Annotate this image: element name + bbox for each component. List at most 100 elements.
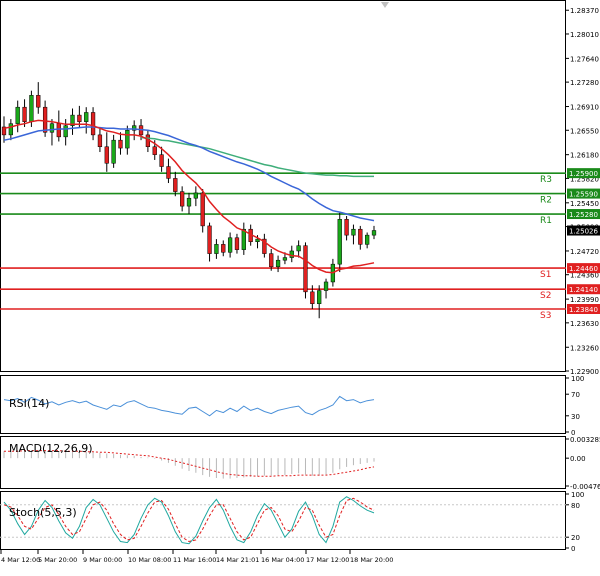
candle-bull	[30, 95, 34, 121]
price-tick-label: 1.26550	[570, 127, 599, 135]
candle-bull	[365, 235, 369, 244]
price-tick-label: 1.28010	[570, 31, 599, 39]
candle-bull	[276, 260, 280, 267]
level-label-s2: S2	[540, 291, 551, 301]
time-tick-label: 14 Mar 21:01	[216, 556, 259, 564]
price-tick-label: 1.25450	[570, 200, 599, 208]
candle-bear	[105, 147, 109, 163]
candle-bull	[112, 140, 116, 163]
candle-bull	[338, 219, 342, 264]
candle-bull	[64, 126, 68, 137]
candle-bear	[153, 147, 157, 155]
rsi-tick-label: 30	[571, 413, 580, 421]
candle-bear	[98, 135, 102, 147]
level-label-s1: S1	[540, 270, 551, 280]
rsi-axis: 10070300	[566, 375, 584, 437]
macd-tick-label: 0.00	[570, 455, 586, 463]
rsi-label: RSI(14)	[9, 397, 49, 410]
candle-bull	[125, 130, 129, 148]
time-tick-label: 17 Mar 12:00	[306, 556, 349, 564]
level-label-r1: R1	[540, 216, 552, 226]
candle-bull	[290, 251, 294, 258]
current-price-label: 1.25026	[569, 228, 598, 236]
candle-bull	[324, 282, 328, 291]
stoch-pane[interactable]: 100 80 20 0 Stoch(5,5,3)	[0, 491, 584, 553]
candle-bull	[317, 291, 321, 304]
candle-bull	[256, 239, 260, 242]
time-tick-label: 18 Mar 20:00	[350, 556, 393, 564]
candle-bear	[208, 226, 212, 254]
candle-bear	[235, 238, 239, 250]
price-tick-label: 1.28370	[570, 7, 599, 15]
level-price-label-r2: 1.25590	[569, 191, 598, 199]
level-price-label-s1: 1.24460	[569, 265, 598, 273]
level-price-label-r3: 1.25900	[569, 170, 598, 178]
candle-bull	[194, 193, 198, 198]
candle-bear	[221, 244, 225, 252]
time-axis: 4 Mar 12:005 Mar 20:009 Mar 00:0010 Mar …	[1, 550, 393, 564]
candle-bear	[91, 112, 95, 134]
candle-bear	[77, 115, 81, 122]
macd-tick-label: -0.004769	[570, 483, 600, 491]
time-tick-label: 11 Mar 16:00	[173, 556, 216, 564]
stoch-label: Stoch(5,5,3)	[9, 506, 77, 519]
time-tick-label: 10 Mar 08:00	[128, 556, 171, 564]
candle-bull	[215, 244, 219, 253]
candle-bull	[352, 229, 356, 235]
candle-bear	[36, 95, 40, 107]
level-label-r2: R2	[540, 196, 552, 206]
chart-canvas[interactable]: 1.28370 1.28010 1.27640 1.27280 1.26910 1.265…	[0, 0, 600, 571]
level-label-r3: R3	[540, 175, 552, 185]
candle-bear	[173, 178, 177, 191]
candle-bull	[372, 231, 376, 236]
trading-chart-window: 1.28370 1.28010 1.27640 1.27280 1.26910 1.265…	[0, 0, 600, 571]
macd-tick-label: 0.003285	[570, 436, 600, 444]
time-tick-label: 4 Mar 12:00	[1, 556, 40, 564]
candle-bull	[50, 124, 54, 133]
price-tick-label: 1.27640	[570, 55, 599, 63]
time-tick-label: 16 Mar 04:00	[261, 556, 304, 564]
candle-bear	[345, 219, 349, 235]
stoch-tick-label: 0	[571, 545, 575, 553]
price-tick-label: 1.26180	[570, 152, 599, 160]
price-tick-label: 1.27280	[570, 79, 599, 87]
candle-bull	[228, 238, 232, 253]
rsi-pane-frame	[1, 376, 566, 434]
level-price-label-s2: 1.24140	[569, 286, 598, 294]
rsi-pane[interactable]: 10070300 RSI(14)	[1, 375, 585, 437]
rsi-tick-label: 70	[571, 391, 580, 399]
price-tick-label: 1.23260	[570, 344, 599, 352]
macd-pane[interactable]: 0.003285 0.00 -0.004769 MACD(12,26,9)	[1, 436, 600, 491]
rsi-tick-label: 100	[571, 375, 584, 383]
candle-bull	[242, 229, 246, 249]
stoch-tick-label: 20	[571, 534, 580, 542]
level-price-label-s3: 1.23840	[569, 306, 598, 314]
candle-bear	[269, 254, 273, 267]
level-label-s3: S3	[540, 311, 551, 321]
candle-bull	[9, 124, 13, 135]
candle-bear	[304, 246, 308, 292]
macd-label: MACD(12,26,9)	[9, 442, 93, 455]
candle-bear	[310, 292, 314, 304]
price-tick-label: 1.23990	[570, 296, 599, 304]
current-price-tag: 1.25026	[567, 226, 600, 236]
stoch-tick-label: 80	[571, 502, 580, 510]
candle-bear	[160, 155, 164, 167]
candle-bear	[358, 229, 362, 244]
candle-bear	[201, 193, 205, 226]
candle-bear	[43, 107, 47, 132]
level-price-label-r1: 1.25280	[569, 211, 598, 219]
candle-bear	[23, 107, 27, 122]
candle-bear	[119, 140, 123, 148]
candle-bull	[297, 246, 301, 251]
price-tick-label: 1.23630	[570, 320, 599, 328]
time-tick-label: 9 Mar 00:00	[83, 556, 122, 564]
price-pane[interactable]: 1.28370 1.28010 1.27640 1.27280 1.26910 1.265…	[0, 1, 600, 377]
candle-bull	[187, 198, 191, 206]
candle-bear	[167, 167, 171, 179]
stoch-tick-label: 100	[571, 491, 584, 499]
candle-bear	[57, 124, 61, 137]
candle-bear	[180, 192, 184, 207]
price-tick-label: 1.26910	[570, 104, 599, 112]
macd-axis: 0.003285 0.00 -0.004769	[566, 436, 600, 491]
